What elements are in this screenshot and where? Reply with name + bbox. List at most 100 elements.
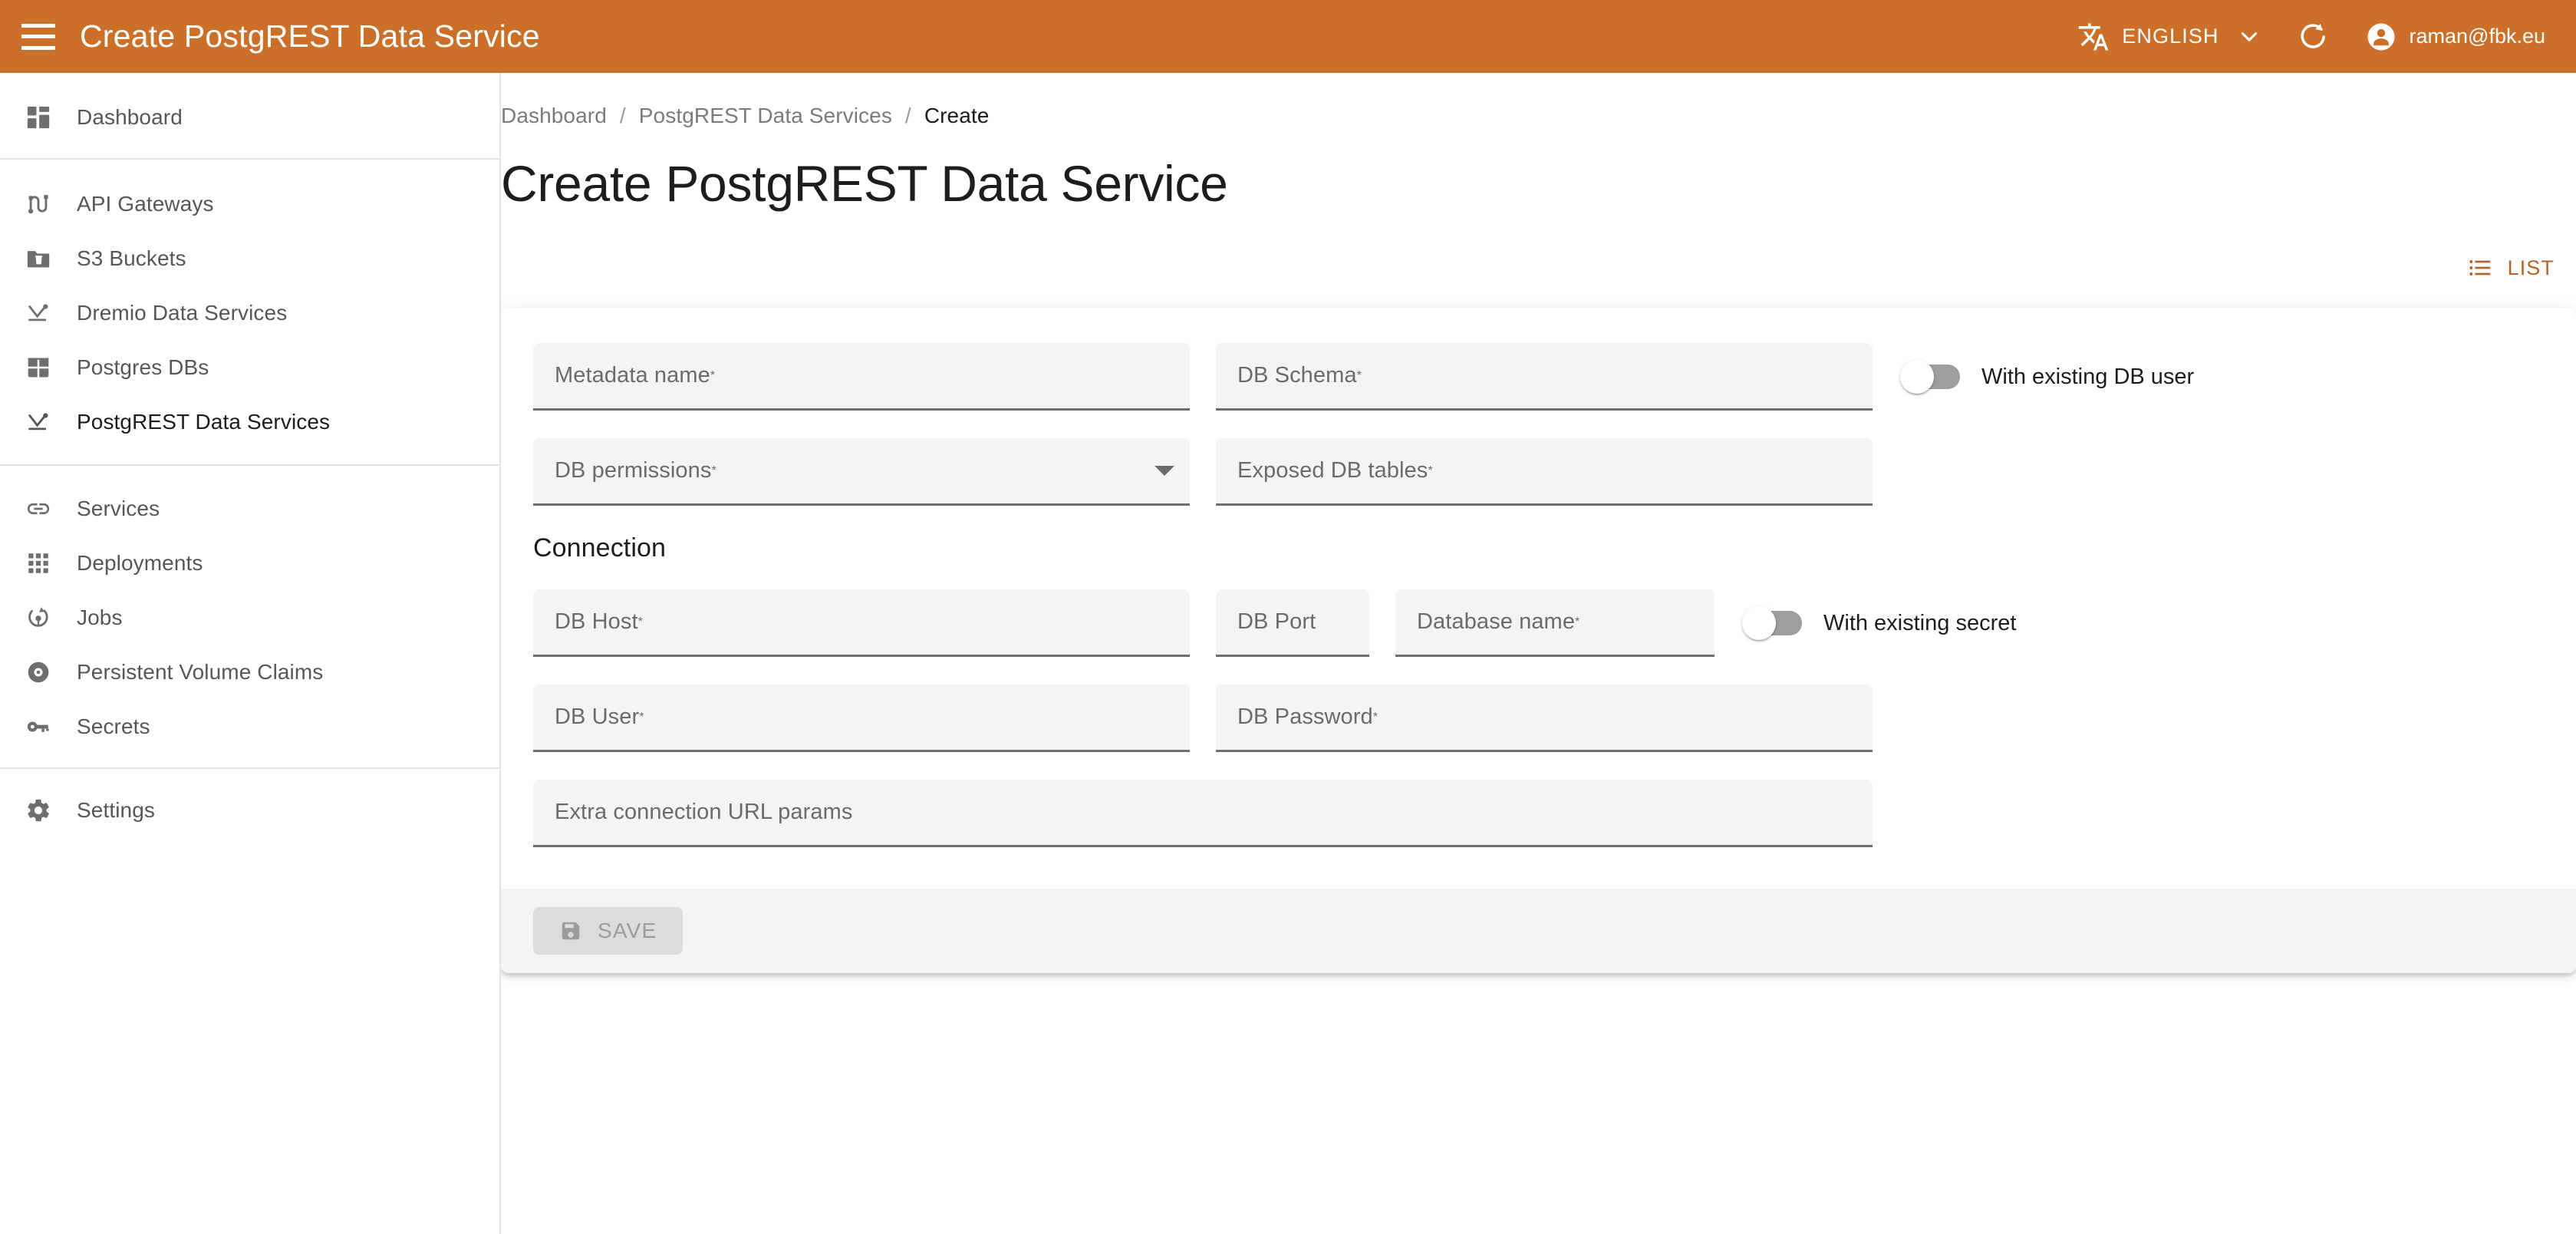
sidebar-item-label: S3 Buckets [77, 246, 186, 271]
with-existing-db-user-toggle[interactable]: With existing DB user [1900, 343, 2194, 411]
account-circle-icon [2365, 21, 2397, 53]
sidebar-item-label: Deployments [77, 551, 203, 576]
save-button[interactable]: SAVE [533, 907, 683, 955]
user-email-label: raman@fbk.eu [2410, 25, 2546, 48]
api-gateway-icon [23, 189, 54, 219]
sidebar-group-main: Dashboard [0, 73, 499, 158]
sidebar-item-postgres-dbs[interactable]: Postgres DBs [0, 340, 499, 394]
sidebar-item-label: Settings [77, 798, 155, 823]
list-icon [2468, 256, 2492, 280]
required-marker: * [710, 369, 715, 383]
db-password-placeholder: DB Password [1237, 704, 1373, 730]
with-existing-secret-toggle[interactable]: With existing secret [1742, 589, 2016, 657]
sidebar-item-dashboard[interactable]: Dashboard [0, 90, 499, 144]
db-user-field[interactable]: DB User* [533, 685, 1190, 752]
database-name-placeholder: Database name [1417, 609, 1575, 635]
extra-connection-url-params-field[interactable]: Extra connection URL params [533, 780, 1873, 847]
sidebar-item-dremio-data-services[interactable]: Dremio Data Services [0, 285, 499, 340]
breadcrumb-separator: / [905, 104, 911, 128]
top-app-bar: Create PostgREST Data Service ENGLISH ra… [0, 0, 2576, 73]
refresh-icon[interactable] [2298, 21, 2330, 53]
main-content: Dashboard / PostgREST Data Services / Cr… [501, 73, 2576, 1234]
with-existing-db-user-label: With existing DB user [1981, 365, 2194, 390]
required-marker: * [638, 615, 643, 629]
sidebar-item-label: Dashboard [77, 105, 183, 130]
form-row-connection-host: DB Host* DB Port Database name* With exi… [533, 589, 2544, 657]
gear-icon [23, 795, 54, 826]
sidebar-item-label: Postgres DBs [77, 355, 209, 380]
sidebar-group-resources: API Gateways S3 Buckets Dremio Data [0, 160, 499, 464]
sidebar-item-label: Services [77, 497, 160, 521]
user-menu[interactable]: raman@fbk.eu [2365, 21, 2546, 53]
form-row-credentials: DB User* DB Password* [533, 685, 2544, 752]
key-icon [23, 711, 54, 742]
form-body: Metadata name* DB Schema* With existing … [501, 308, 2576, 889]
exposed-db-tables-placeholder: Exposed DB tables [1237, 458, 1428, 483]
bucket-folder-icon [23, 243, 54, 274]
list-button-label: LIST [2508, 256, 2555, 280]
breadcrumb-item-dashboard[interactable]: Dashboard [501, 104, 607, 128]
sidebar-item-deployments[interactable]: Deployments [0, 536, 499, 590]
db-port-placeholder: DB Port [1237, 609, 1316, 635]
required-marker: * [711, 464, 716, 478]
sidebar-item-label: Persistent Volume Claims [77, 660, 323, 685]
required-marker: * [1373, 711, 1378, 724]
extra-connection-url-params-placeholder: Extra connection URL params [555, 800, 852, 825]
database-name-field[interactable]: Database name* [1395, 589, 1715, 657]
exposed-db-tables-field[interactable]: Exposed DB tables* [1216, 438, 1873, 506]
breadcrumb: Dashboard / PostgREST Data Services / Cr… [501, 104, 2576, 128]
breadcrumb-item-create: Create [924, 104, 990, 128]
sidebar-item-label: PostgREST Data Services [77, 410, 330, 434]
sidebar-item-postgrest-data-services[interactable]: PostgREST Data Services [0, 394, 499, 449]
sidebar-item-label: Jobs [77, 605, 123, 630]
data-service-icon [23, 407, 54, 437]
dashboard-icon [23, 102, 54, 133]
sidebar-item-label: Secrets [77, 714, 150, 739]
db-permissions-placeholder: DB permissions [555, 458, 711, 483]
sidebar-item-api-gateways[interactable]: API Gateways [0, 177, 499, 231]
app-bar-actions: ENGLISH raman@fbk.eu [2077, 21, 2545, 53]
card-footer: SAVE [501, 889, 2576, 973]
db-port-field[interactable]: DB Port [1216, 589, 1369, 657]
with-existing-secret-label: With existing secret [1823, 611, 2016, 636]
toggle-thumb [1742, 606, 1776, 640]
breadcrumb-item-postgrest-data-services[interactable]: PostgREST Data Services [639, 104, 892, 128]
sidebar-item-persistent-volume-claims[interactable]: Persistent Volume Claims [0, 645, 499, 699]
hamburger-menu-icon[interactable] [21, 24, 55, 50]
data-service-icon [23, 298, 54, 328]
sidebar-group-settings: Settings [0, 769, 499, 837]
required-marker: * [1575, 615, 1580, 629]
language-selector[interactable]: ENGLISH [2077, 21, 2261, 53]
required-marker: * [1357, 369, 1362, 383]
sidebar-item-services[interactable]: Services [0, 481, 499, 536]
content-toolbar: LIST [501, 248, 2576, 288]
sidebar-item-s3-buckets[interactable]: S3 Buckets [0, 231, 499, 285]
required-marker: * [1428, 464, 1432, 478]
apps-grid-icon [23, 548, 54, 579]
db-host-field[interactable]: DB Host* [533, 589, 1190, 657]
connection-section-title: Connection [533, 533, 2544, 563]
sidebar-navigation: Dashboard API Gateways [0, 73, 501, 1234]
db-user-placeholder: DB User [555, 704, 639, 730]
table-grid-icon [23, 352, 54, 383]
create-form-card: Metadata name* DB Schema* With existing … [501, 308, 2576, 973]
form-row-extra-params: Extra connection URL params [533, 780, 2544, 847]
db-permissions-select[interactable]: DB permissions* [533, 438, 1190, 506]
sidebar-item-settings[interactable]: Settings [0, 783, 499, 837]
translate-icon [2077, 21, 2110, 53]
form-row-identity: Metadata name* DB Schema* With existing … [533, 343, 2544, 411]
db-password-field[interactable]: DB Password* [1216, 685, 1873, 752]
save-floppy-icon [559, 919, 582, 942]
sidebar-item-label: Dremio Data Services [77, 301, 287, 325]
metadata-name-field[interactable]: Metadata name* [533, 343, 1190, 411]
list-button[interactable]: LIST [2457, 248, 2565, 288]
save-button-label: SAVE [598, 919, 657, 943]
toggle-switch [1742, 606, 1802, 640]
chevron-down-icon [2236, 24, 2262, 50]
db-schema-placeholder: DB Schema [1237, 363, 1357, 388]
db-schema-field[interactable]: DB Schema* [1216, 343, 1873, 411]
page-title: Create PostgREST Data Service [501, 154, 2576, 213]
sidebar-item-jobs[interactable]: Jobs [0, 590, 499, 645]
sidebar-item-secrets[interactable]: Secrets [0, 699, 499, 754]
required-marker: * [639, 711, 644, 724]
